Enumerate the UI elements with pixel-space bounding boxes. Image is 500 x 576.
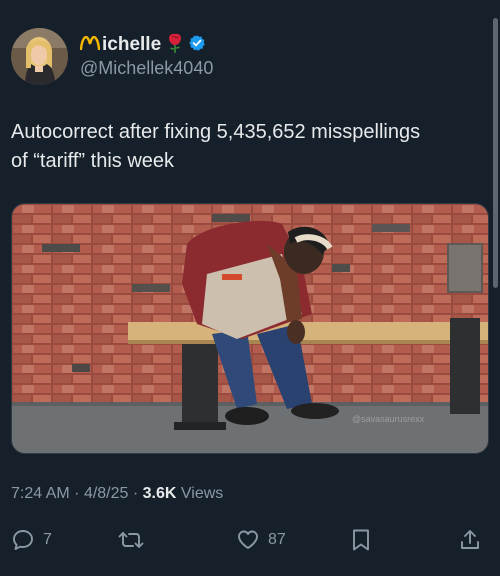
tweet-time[interactable]: 7:24 AM	[11, 485, 70, 502]
tweet-text: Autocorrect after fixing 5,435,652 missp…	[11, 118, 489, 176]
verified-badge-icon	[188, 34, 206, 57]
meta-separator: ·	[74, 485, 84, 502]
reply-icon	[11, 528, 35, 552]
author-handle[interactable]: @Michellek4040	[80, 58, 213, 79]
tweet-actions-bar: 7 87	[0, 524, 500, 556]
bookmark-button[interactable]	[350, 524, 372, 556]
golden-arches-icon	[79, 35, 101, 55]
reply-count: 7	[43, 531, 52, 548]
scrollbar-thumb[interactable]	[493, 18, 498, 288]
share-button[interactable]	[458, 524, 482, 556]
tweet-post: ichelle @Michellek4040 Autocorrect after…	[0, 0, 500, 576]
tweet-text-line-1: Autocorrect after fixing 5,435,652 missp…	[11, 121, 421, 143]
author-avatar[interactable]	[11, 28, 68, 85]
like-button[interactable]: 87	[236, 524, 286, 556]
tweet-date[interactable]: 4/8/25	[84, 485, 128, 502]
scrollbar[interactable]	[493, 0, 498, 576]
author-display-name[interactable]: ichelle	[102, 34, 161, 56]
meta-separator: ·	[132, 485, 143, 502]
tweet-text-line-2: of “tariff” this week	[11, 150, 175, 172]
media-watermark: @savasaurusrexx	[352, 414, 425, 424]
heart-icon	[236, 528, 260, 552]
tweet-media-image[interactable]: @savasaurusrexx	[11, 203, 489, 454]
rose-icon	[167, 33, 183, 58]
reply-button[interactable]: 7	[11, 524, 52, 556]
share-icon	[458, 528, 482, 552]
like-count: 87	[268, 531, 286, 548]
bookmark-icon	[350, 528, 372, 552]
tweet-meta: 7:24 AM · 4/8/25 · 3.6K Views	[11, 485, 223, 503]
views-label: Views	[180, 485, 224, 502]
views-count[interactable]: 3.6K	[143, 485, 177, 502]
author-name-row[interactable]: ichelle	[79, 33, 206, 58]
repost-button[interactable]	[118, 524, 152, 556]
repost-icon	[118, 528, 144, 552]
